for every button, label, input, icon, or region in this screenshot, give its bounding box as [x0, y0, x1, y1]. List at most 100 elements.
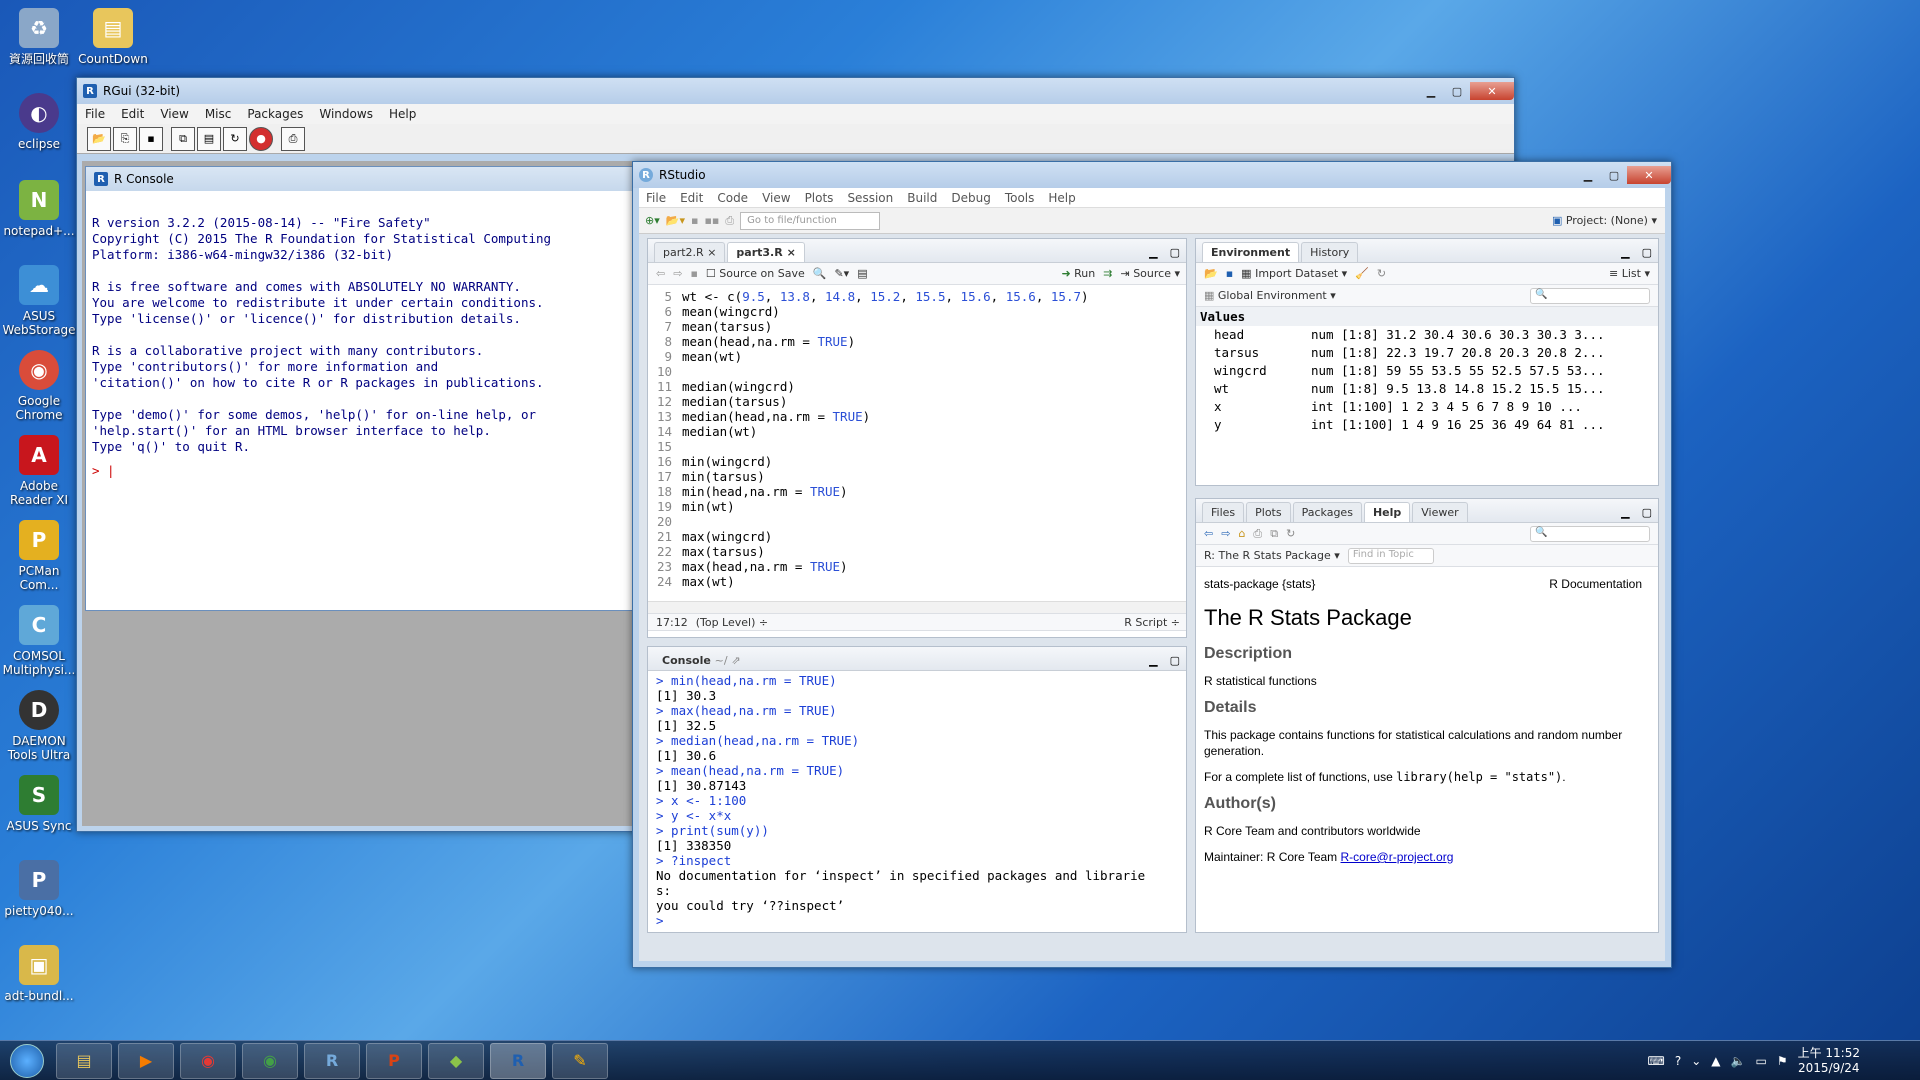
source-button[interactable]: ⇥ Source ▾ [1120, 267, 1186, 280]
goto-file-input[interactable]: Go to file/function [740, 211, 881, 230]
pane-maximize-icon[interactable]: ▢ [1164, 651, 1186, 670]
environment-row[interactable]: head num [1:8] 31.2 30.4 30.6 30.3 30.3 3… [1196, 326, 1658, 344]
desktop-icon-recycle-bin[interactable]: ♻ 資源回收筒 [2, 8, 76, 66]
desktop-icon-adt-bundle[interactable]: ▣ adt-bundl... [2, 945, 76, 1003]
pane-maximize-icon[interactable]: ▢ [1164, 243, 1186, 262]
close-button[interactable]: ✕ [1627, 166, 1671, 184]
tab-history[interactable]: History [1301, 242, 1359, 262]
save-all-icon[interactable]: ▪▪ [704, 214, 719, 227]
rstudio-titlebar[interactable]: R RStudio ▁ ▢ ✕ [633, 162, 1671, 188]
keyboard-icon[interactable]: ⌨ [1648, 1054, 1665, 1068]
import-dataset-button[interactable]: ▦ Import Dataset ▾ [1241, 267, 1347, 280]
code-tools-icon[interactable]: ✎▾ [834, 267, 849, 280]
action-center-icon[interactable]: ⚑ [1777, 1054, 1788, 1068]
environment-row[interactable]: wingcrd num [1:8] 59 55 53.5 55 52.5 57.5… [1196, 362, 1658, 380]
pane-minimize-icon[interactable]: ▁ [1145, 651, 1161, 670]
menu-file[interactable]: File [77, 107, 113, 121]
help-icon[interactable]: ? [1675, 1054, 1681, 1068]
show-hidden-icons-icon[interactable]: ▲ [1711, 1054, 1720, 1068]
close-button[interactable]: ✕ [1470, 82, 1514, 100]
tab-packages[interactable]: Packages [1292, 502, 1362, 522]
load-workspace-icon[interactable]: ⎘ [113, 126, 137, 151]
desktop-icon-asus-webstorage[interactable]: ☁ ASUS WebStorage [2, 265, 76, 337]
menu-edit[interactable]: Edit [673, 191, 710, 205]
menu-packages[interactable]: Packages [239, 107, 311, 121]
rerun-icon[interactable]: ⇉ [1103, 267, 1112, 280]
minimize-button[interactable]: ▁ [1418, 82, 1444, 100]
taskbar-explorer-icon[interactable]: ▤ [56, 1042, 112, 1079]
close-tab-icon[interactable]: × [787, 246, 796, 259]
stop-icon[interactable]: ● [249, 126, 273, 151]
menu-view[interactable]: View [755, 191, 797, 205]
tab-environment[interactable]: Environment [1202, 242, 1300, 262]
copy-icon[interactable]: ⧉ [171, 126, 195, 151]
save-icon[interactable]: ▪ [690, 267, 697, 280]
menu-build[interactable]: Build [900, 191, 944, 205]
desktop-icon-daemon-tools[interactable]: D DAEMON Tools Ultra [2, 690, 76, 762]
find-in-topic-input[interactable]: Find in Topic [1347, 547, 1434, 564]
open-file-icon[interactable]: 📂▾ [666, 214, 685, 227]
environment-row[interactable]: x int [1:100] 1 2 3 4 5 6 7 8 9 10 ... [1196, 398, 1658, 416]
pane-minimize-icon[interactable]: ▁ [1617, 503, 1633, 522]
environment-row[interactable]: wt num [1:8] 9.5 13.8 14.8 15.2 15.5 15..… [1196, 380, 1658, 398]
start-button[interactable] [4, 1042, 50, 1080]
tab-console[interactable]: Console ~/ ⇗ [654, 651, 749, 670]
desktop-icon-comsol[interactable]: C COMSOL Multiphysi... [2, 605, 76, 677]
print-icon[interactable]: ⎙ [725, 214, 734, 228]
run-button[interactable]: ➜ Run [1061, 267, 1095, 280]
maximize-button[interactable]: ▢ [1444, 82, 1470, 100]
tab-files[interactable]: Files [1202, 502, 1245, 522]
taskbar-media-player-icon[interactable]: ▶ [118, 1042, 174, 1079]
tab-part3[interactable]: part3.R × [727, 242, 805, 262]
source-on-save-checkbox[interactable]: ☐ Source on Save [706, 267, 805, 280]
menu-view[interactable]: View [152, 107, 196, 121]
save-icon[interactable]: ▪ [691, 214, 698, 227]
project-menu[interactable]: ▣ Project: (None) ▾ [1552, 214, 1665, 227]
console-output[interactable]: > min(head,na.rm = TRUE) [1] 30.3 > max(he… [648, 671, 1186, 929]
home-icon[interactable]: ⌂ [1238, 527, 1245, 540]
taskbar-rgui-icon[interactable]: R [490, 1042, 546, 1079]
menu-tools[interactable]: Tools [998, 191, 1042, 205]
menu-help[interactable]: Help [1041, 191, 1082, 205]
print-icon[interactable]: ⎙ [1253, 527, 1262, 541]
pane-minimize-icon[interactable]: ▁ [1617, 243, 1633, 262]
back-icon[interactable]: ⇦ [1204, 527, 1213, 540]
clock[interactable]: 上午 11:52 2015/9/24 [1798, 1046, 1860, 1076]
network-icon[interactable]: ▭ [1755, 1054, 1766, 1068]
editor-hscrollbar[interactable] [648, 601, 1186, 613]
pane-maximize-icon[interactable]: ▢ [1636, 243, 1658, 262]
back-icon[interactable]: ⇦ [656, 267, 665, 280]
compile-report-icon[interactable]: ▤ [857, 267, 867, 280]
topic-selector[interactable]: R: The R Stats Package ▾ [1204, 549, 1340, 562]
environment-row[interactable]: y int [1:100] 1 4 9 16 25 36 49 64 81 ... [1196, 416, 1658, 434]
search-icon[interactable]: 🔍 [813, 267, 827, 280]
desktop-icon-eclipse[interactable]: ◐ eclipse [2, 93, 76, 151]
desktop-icon-asus-sync[interactable]: S ASUS Sync [2, 775, 76, 833]
menu-misc[interactable]: Misc [197, 107, 240, 121]
pane-minimize-icon[interactable]: ▁ [1145, 243, 1161, 262]
menu-windows[interactable]: Windows [311, 107, 381, 121]
menu-debug[interactable]: Debug [944, 191, 997, 205]
menu-file[interactable]: File [639, 191, 673, 205]
r-console-titlebar[interactable]: R R Console [86, 167, 644, 191]
menu-help[interactable]: Help [381, 107, 424, 121]
load-workspace-icon[interactable]: 📂 [1204, 267, 1218, 280]
volume-icon[interactable]: 🔈 [1731, 1054, 1746, 1068]
forward-icon[interactable]: ⇨ [1221, 527, 1230, 540]
desktop-icon-chrome[interactable]: ◉ Google Chrome [2, 350, 76, 422]
scope-selector[interactable]: ▦ Global Environment ▾ [1204, 289, 1336, 302]
environment-search-input[interactable]: 🔍 [1530, 287, 1650, 304]
desktop-icon-pcman[interactable]: P PCMan Com... [2, 520, 76, 592]
taskbar-paint-icon[interactable]: ✎ [552, 1042, 608, 1079]
taskbar-app-icon[interactable]: ◆ [428, 1042, 484, 1079]
paste-icon[interactable]: ▤ [197, 126, 221, 151]
maximize-button[interactable]: ▢ [1601, 166, 1627, 184]
desktop-icon-notepadpp[interactable]: N notepad+... [2, 180, 76, 238]
file-type-selector[interactable]: R Script ÷ [1124, 616, 1186, 629]
desktop-icon-adobe-reader[interactable]: A Adobe Reader XI [2, 435, 76, 507]
desktop-icon-countdown[interactable]: ▤ CountDown [76, 8, 150, 66]
chevron-down-icon[interactable]: ⌄ [1691, 1054, 1701, 1068]
taskbar-chrome-icon[interactable]: ◉ [242, 1042, 298, 1079]
open-script-icon[interactable]: 📂 [87, 126, 111, 151]
forward-icon[interactable]: ⇨ [673, 267, 682, 280]
